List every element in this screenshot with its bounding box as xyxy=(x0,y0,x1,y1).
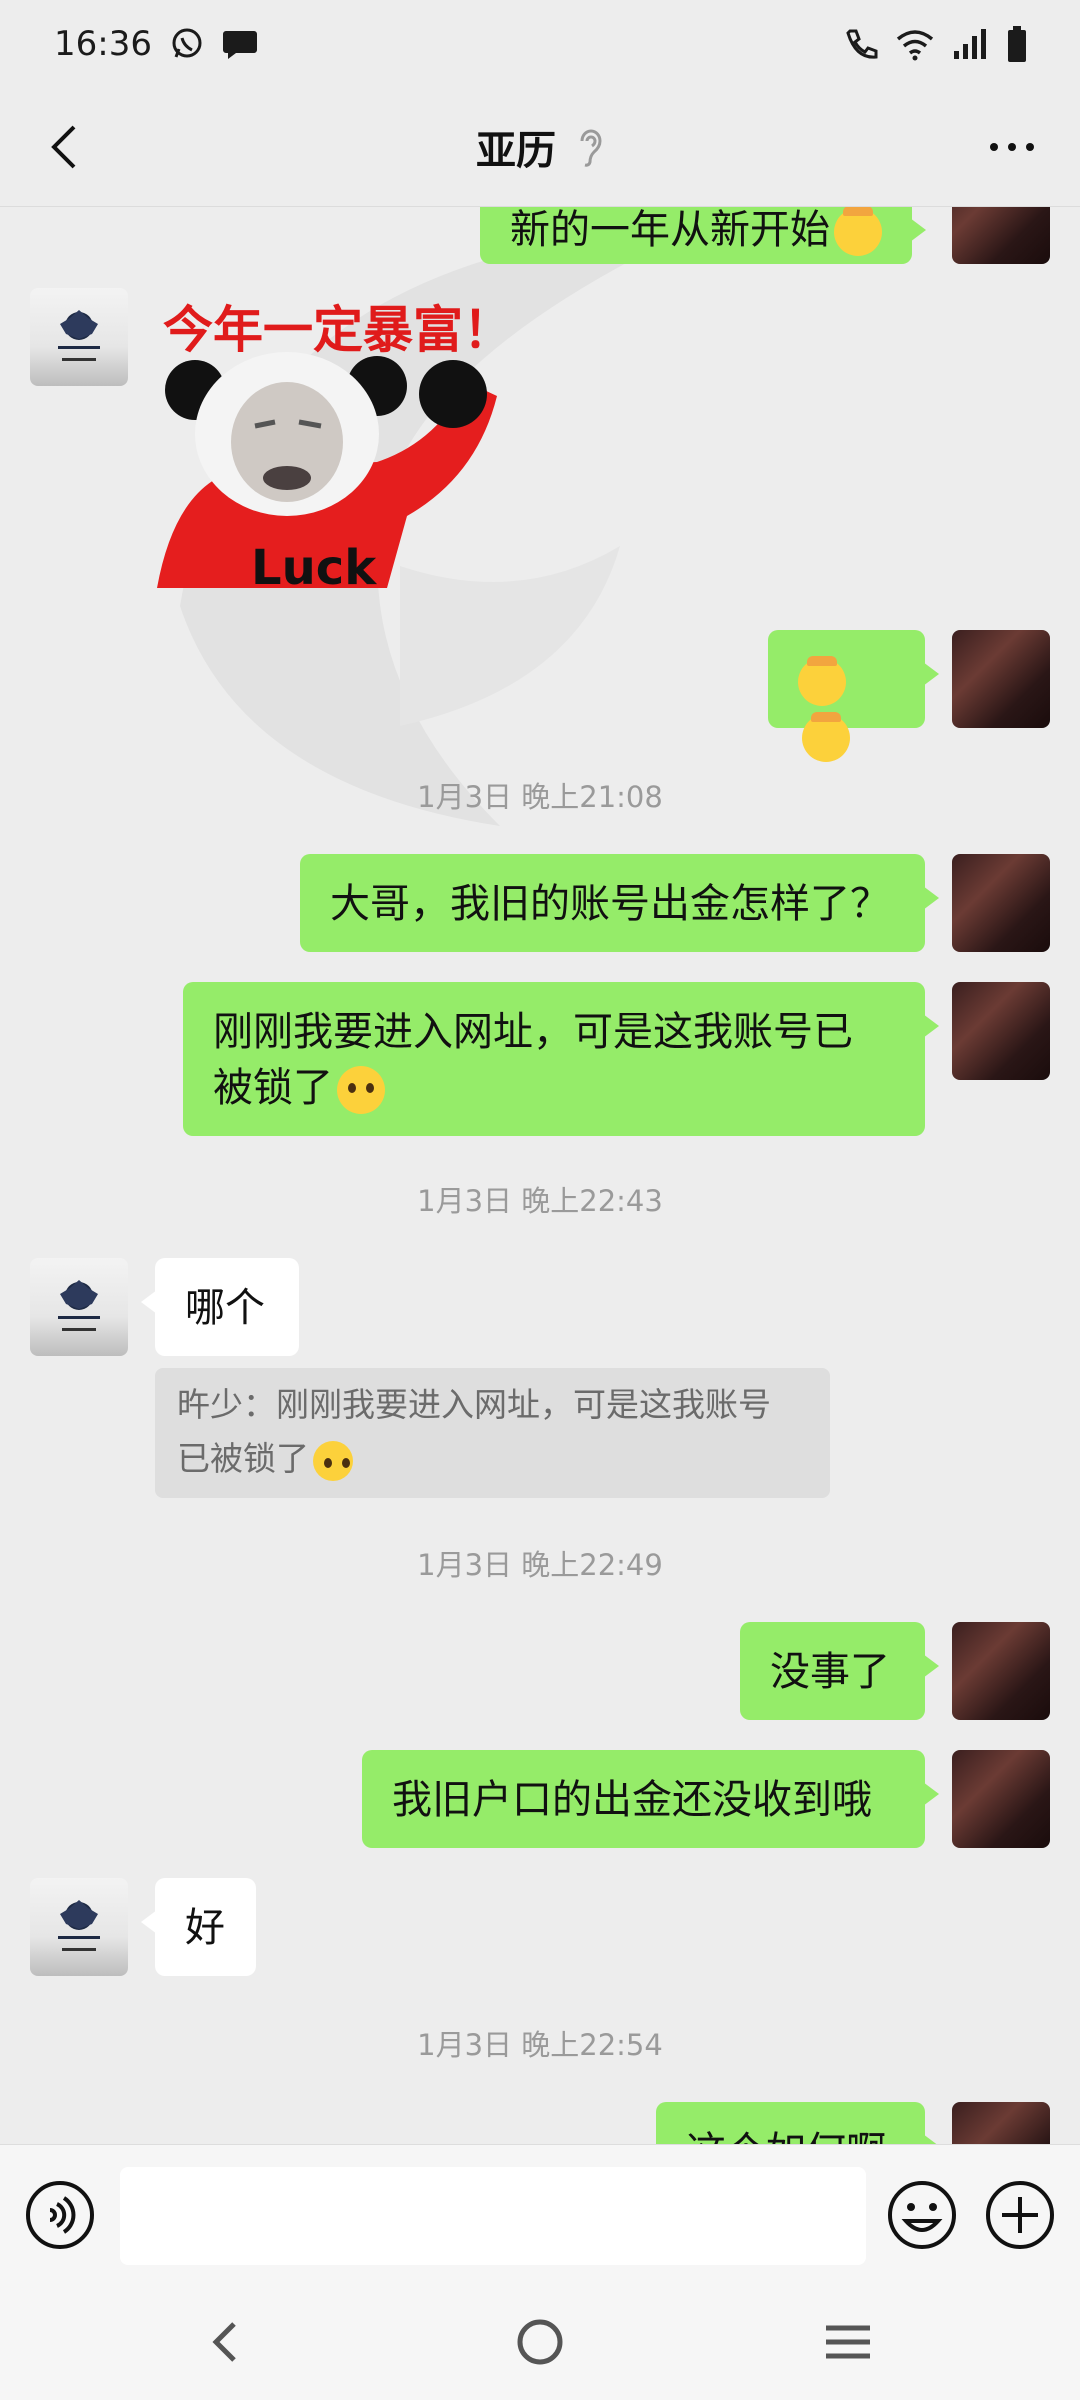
emoji-icon xyxy=(888,2181,956,2249)
my-avatar[interactable] xyxy=(952,2102,1050,2144)
nav-home-icon xyxy=(517,2319,563,2365)
message-bubble-sent[interactable]: 没事了 xyxy=(740,1622,939,1720)
back-icon xyxy=(51,125,76,169)
status-left: 16:36 xyxy=(54,24,258,64)
wifi-call-icon xyxy=(846,29,878,59)
quote-text-line: 已被锁了 xyxy=(177,1439,309,1478)
pleading-face-emoji-icon xyxy=(313,1440,353,1481)
avatar-logo xyxy=(58,310,100,361)
battery-icon xyxy=(1008,26,1026,62)
whatsapp-icon xyxy=(172,28,202,58)
message-text: 好 xyxy=(185,1905,225,1951)
avatar-logo xyxy=(58,1900,100,1951)
my-avatar[interactable] xyxy=(952,982,1050,1080)
message-text-line: 刚刚我要进入网址，可是这我账号已 xyxy=(213,1009,853,1055)
message-bubble-sent[interactable]: 新的一年从新开始 xyxy=(480,206,926,264)
quote-text-line: 旿少：刚刚我要进入网址，可是这我账号 xyxy=(177,1385,771,1424)
timestamp: 1月3日 晚上22:54 xyxy=(417,2028,663,2062)
chat-title: 亚历 xyxy=(476,128,556,174)
nav-back-button[interactable] xyxy=(196,2310,260,2374)
more-icon xyxy=(990,143,1034,151)
back-button[interactable] xyxy=(28,112,98,182)
sticker-message[interactable]: 今年一定暴富！ Luck xyxy=(155,290,525,596)
message-bubble-sent[interactable]: 这个如何啊 xyxy=(656,2102,939,2144)
shush-emoji-icon xyxy=(798,656,846,706)
my-avatar[interactable] xyxy=(952,1750,1050,1848)
my-avatar[interactable] xyxy=(952,206,1050,264)
message-input[interactable] xyxy=(120,2167,866,2265)
my-avatar[interactable] xyxy=(952,630,1050,728)
contact-avatar[interactable] xyxy=(30,1878,128,1976)
pleading-face-emoji-icon xyxy=(337,1066,385,1114)
message-text: 哪个 xyxy=(185,1285,265,1331)
status-bar: 16:36 xyxy=(0,0,1080,88)
status-right xyxy=(844,25,1028,63)
voice-icon xyxy=(26,2181,94,2249)
message-text: 这个如何啊 xyxy=(686,2129,886,2144)
message-bubble-sent[interactable]: 我旧户口的出金还没收到哦 xyxy=(362,1750,939,1848)
message-bubble-sent[interactable]: 大哥，我旧的账号出金怎样了？ xyxy=(300,854,939,952)
input-bar xyxy=(0,2144,1080,2285)
avatar-logo xyxy=(58,1280,100,1331)
nav-back-icon xyxy=(212,2322,236,2362)
wifi-icon xyxy=(896,30,934,61)
plus-button[interactable] xyxy=(984,2179,1056,2251)
message-text: 没事了 xyxy=(770,1649,890,1695)
system-nav-bar xyxy=(0,2284,1080,2400)
nav-menu-icon xyxy=(826,2325,870,2359)
voice-button[interactable] xyxy=(24,2179,96,2251)
timestamp: 1月3日 晚上21:08 xyxy=(417,780,663,814)
ear-icon xyxy=(580,129,602,167)
sticker-shirt-text: Luck xyxy=(251,540,377,596)
message-text: 我旧户口的出金还没收到哦 xyxy=(392,1777,872,1823)
chat-header: 亚历 xyxy=(0,88,1080,207)
shush-emoji-icon xyxy=(834,206,882,256)
signal-icon xyxy=(954,29,986,59)
message-text: 新的一年从新开始 xyxy=(510,207,830,253)
title-wrap: 亚历 xyxy=(476,118,604,176)
message-icon xyxy=(222,31,257,59)
nav-recents-button[interactable] xyxy=(816,2310,880,2374)
message-bubble-sent[interactable]: 刚刚我要进入网址，可是这我账号已 被锁了 xyxy=(183,982,939,1136)
status-time: 16:36 xyxy=(54,24,152,64)
my-avatar[interactable] xyxy=(952,1622,1050,1720)
message-bubble-received[interactable]: 好 xyxy=(141,1878,256,1976)
emoji-button[interactable] xyxy=(886,2179,958,2251)
plus-icon xyxy=(986,2181,1054,2249)
message-bubble-sent[interactable] xyxy=(768,630,939,762)
shush-emoji-icon xyxy=(802,712,850,762)
nav-home-button[interactable] xyxy=(508,2310,572,2374)
chat-area[interactable]: 新的一年从新开始 今年一定暴富！ Luck 1月3日 晚上21:08 大哥，我旧… xyxy=(0,206,1080,2144)
message-text-line: 被锁了 xyxy=(213,1065,333,1111)
message-text: 大哥，我旧的账号出金怎样了？ xyxy=(330,881,890,927)
message-bubble-received[interactable]: 哪个 xyxy=(141,1258,299,1356)
contact-avatar[interactable] xyxy=(30,288,128,386)
timestamp: 1月3日 晚上22:43 xyxy=(417,1184,663,1218)
contact-avatar[interactable] xyxy=(30,1258,128,1356)
quoted-message[interactable]: 旿少：刚刚我要进入网址，可是这我账号 已被锁了 xyxy=(155,1368,830,1498)
more-button[interactable] xyxy=(972,112,1052,182)
my-avatar[interactable] xyxy=(952,854,1050,952)
timestamp: 1月3日 晚上22:49 xyxy=(417,1548,663,1582)
